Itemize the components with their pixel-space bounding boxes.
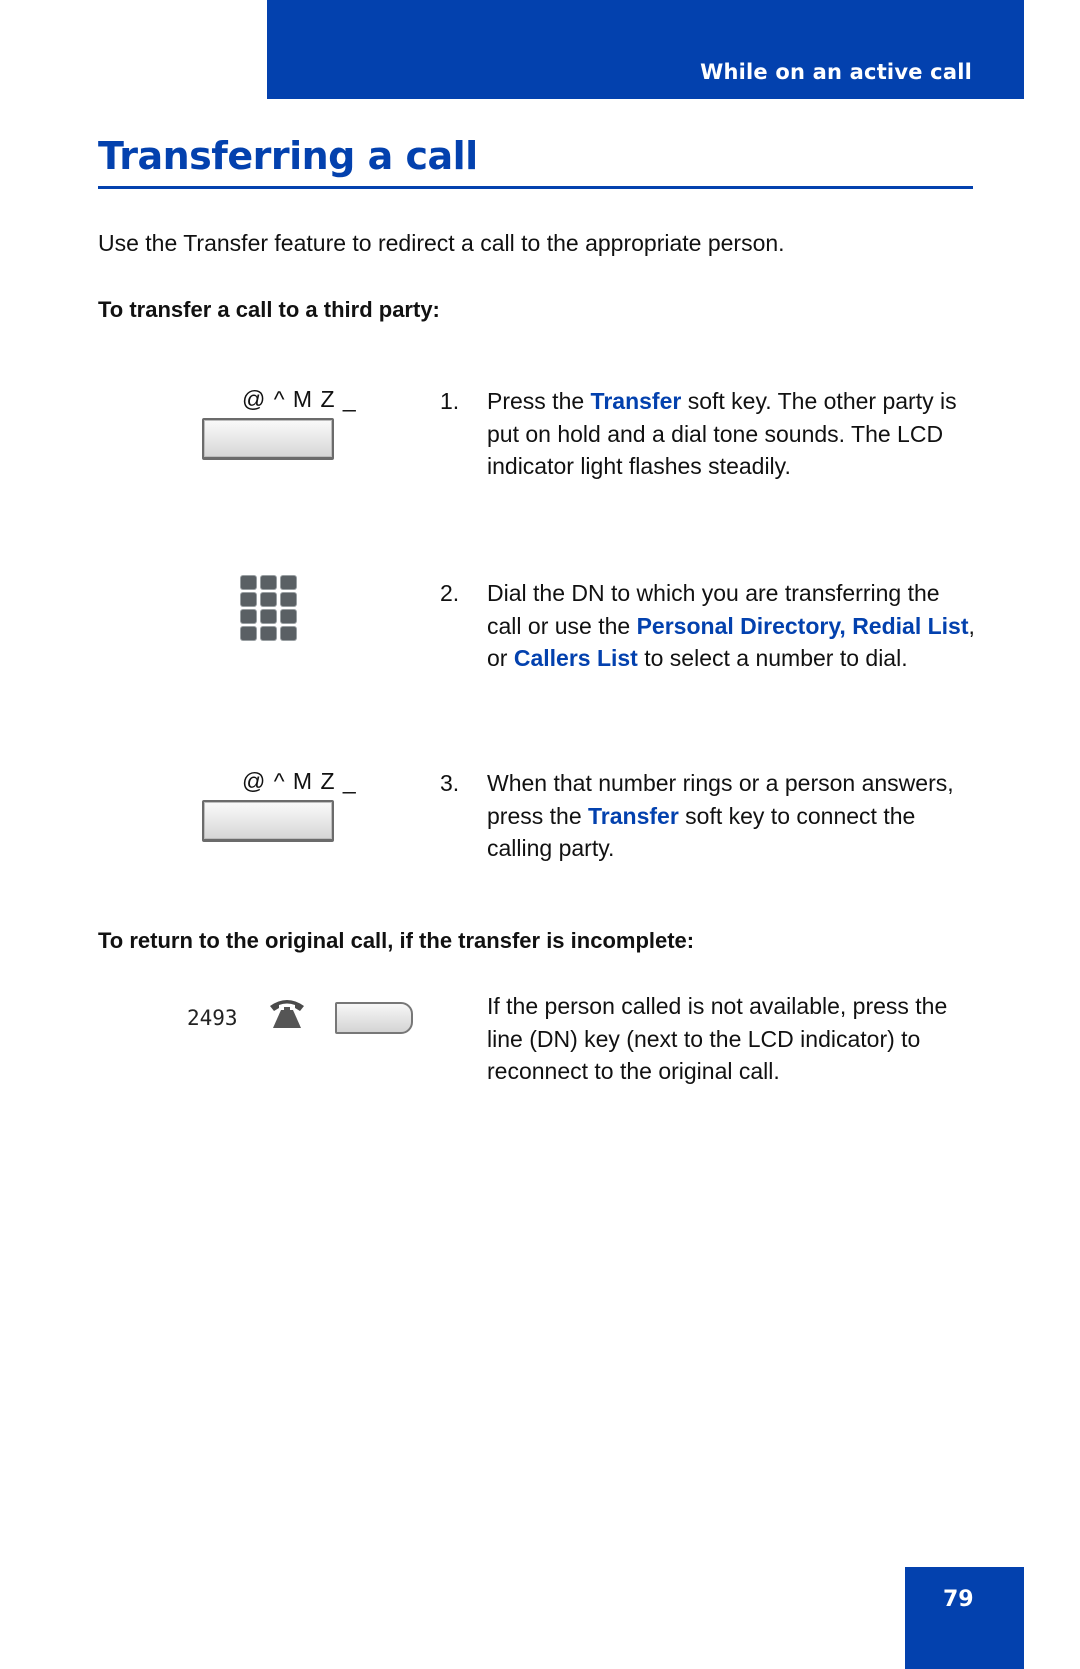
- transfer-subheading: To transfer a call to a third party:: [98, 297, 440, 322]
- step-text: When that number rings or a person answe…: [487, 767, 980, 865]
- softkey-label: @ ^ M Z _: [242, 768, 357, 794]
- step-number: 2.: [440, 580, 460, 606]
- step-number: 1.: [440, 388, 460, 414]
- softkey-button-icon: [202, 800, 334, 842]
- return-instructions: If the person called is not available, p…: [487, 993, 948, 1084]
- dialpad-icon: [241, 576, 296, 640]
- dialpad-key: [241, 610, 256, 623]
- intro-text: Use the Transfer feature to redirect a c…: [98, 230, 785, 256]
- callers-list-ref: Callers List: [513, 645, 638, 671]
- dialpad-key: [261, 627, 276, 640]
- directory-ref: Personal Directory, Redial List: [636, 612, 969, 639]
- dialpad-key: [261, 593, 276, 606]
- step-text: Dial the DN to which you are transferrin…: [487, 577, 980, 675]
- step-2: 2. Dial the DN to which you are transfer…: [440, 577, 980, 675]
- page-title: Transferring a call: [98, 134, 478, 178]
- section-title: While on an active call: [700, 60, 972, 84]
- transfer-softkey-ref: Transfer: [588, 802, 679, 829]
- telephone-icon: [270, 1000, 304, 1028]
- page-number: 79: [943, 1587, 974, 1612]
- dialpad-key: [261, 576, 276, 589]
- dialpad-key: [281, 627, 296, 640]
- header-bar: While on an active call: [267, 0, 1024, 99]
- step-text-part: to select a number to dial.: [637, 645, 908, 671]
- dialpad-key: [241, 576, 256, 589]
- step-1: 1. Press the Transfer soft key. The othe…: [440, 385, 980, 483]
- page-number-box: 79: [905, 1567, 1024, 1669]
- dialpad-key: [241, 593, 256, 606]
- softkey-button-icon: [202, 418, 334, 460]
- dn-number: 2493: [187, 1006, 238, 1030]
- dialpad-key: [281, 593, 296, 606]
- dialpad-key: [241, 627, 256, 640]
- title-divider: [98, 186, 973, 189]
- dialpad-key: [281, 610, 296, 623]
- softkey-label: @ ^ M Z _: [242, 386, 357, 412]
- line-key-icon: [335, 1002, 413, 1034]
- step-text: Press the Transfer soft key. The other p…: [487, 385, 980, 483]
- dialpad-key: [281, 576, 296, 589]
- return-subheading: To return to the original call, if the t…: [98, 928, 695, 953]
- step-3: 3. When that number rings or a person an…: [440, 767, 980, 865]
- transfer-softkey-ref: Transfer: [590, 388, 682, 414]
- dialpad-key: [261, 610, 276, 623]
- step-number: 3.: [440, 770, 460, 796]
- step-text-part: Press the: [487, 388, 591, 414]
